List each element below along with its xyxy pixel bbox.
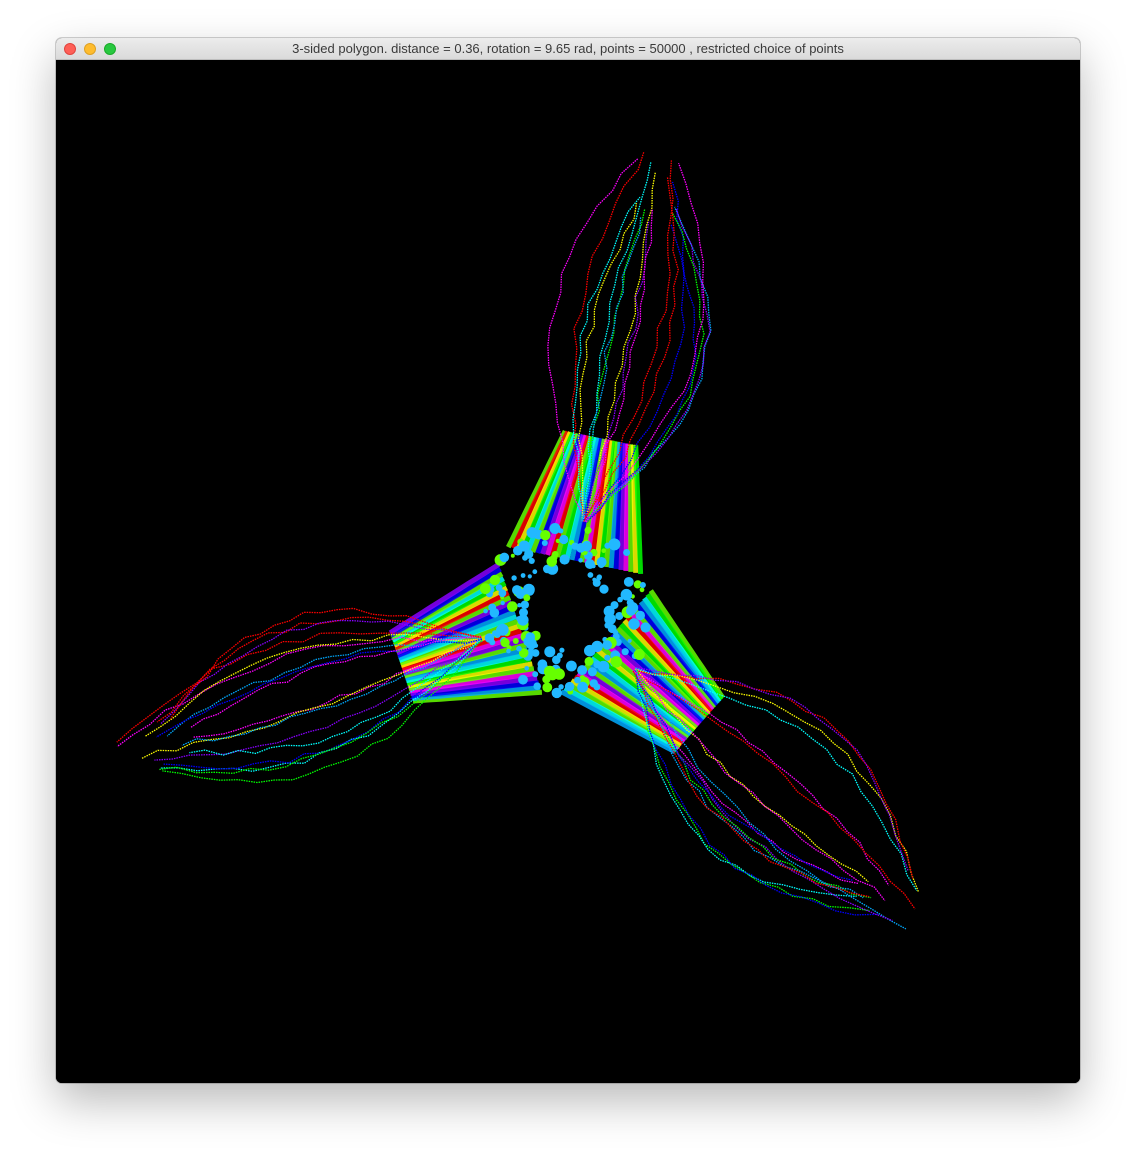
fractal-canvas	[56, 60, 1080, 1083]
window-title: 3-sided polygon. distance = 0.36, rotati…	[292, 41, 844, 56]
fractal-drawing	[56, 60, 1080, 1083]
title-bar[interactable]: 3-sided polygon. distance = 0.36, rotati…	[56, 38, 1080, 60]
app-window: 3-sided polygon. distance = 0.36, rotati…	[56, 38, 1080, 1083]
